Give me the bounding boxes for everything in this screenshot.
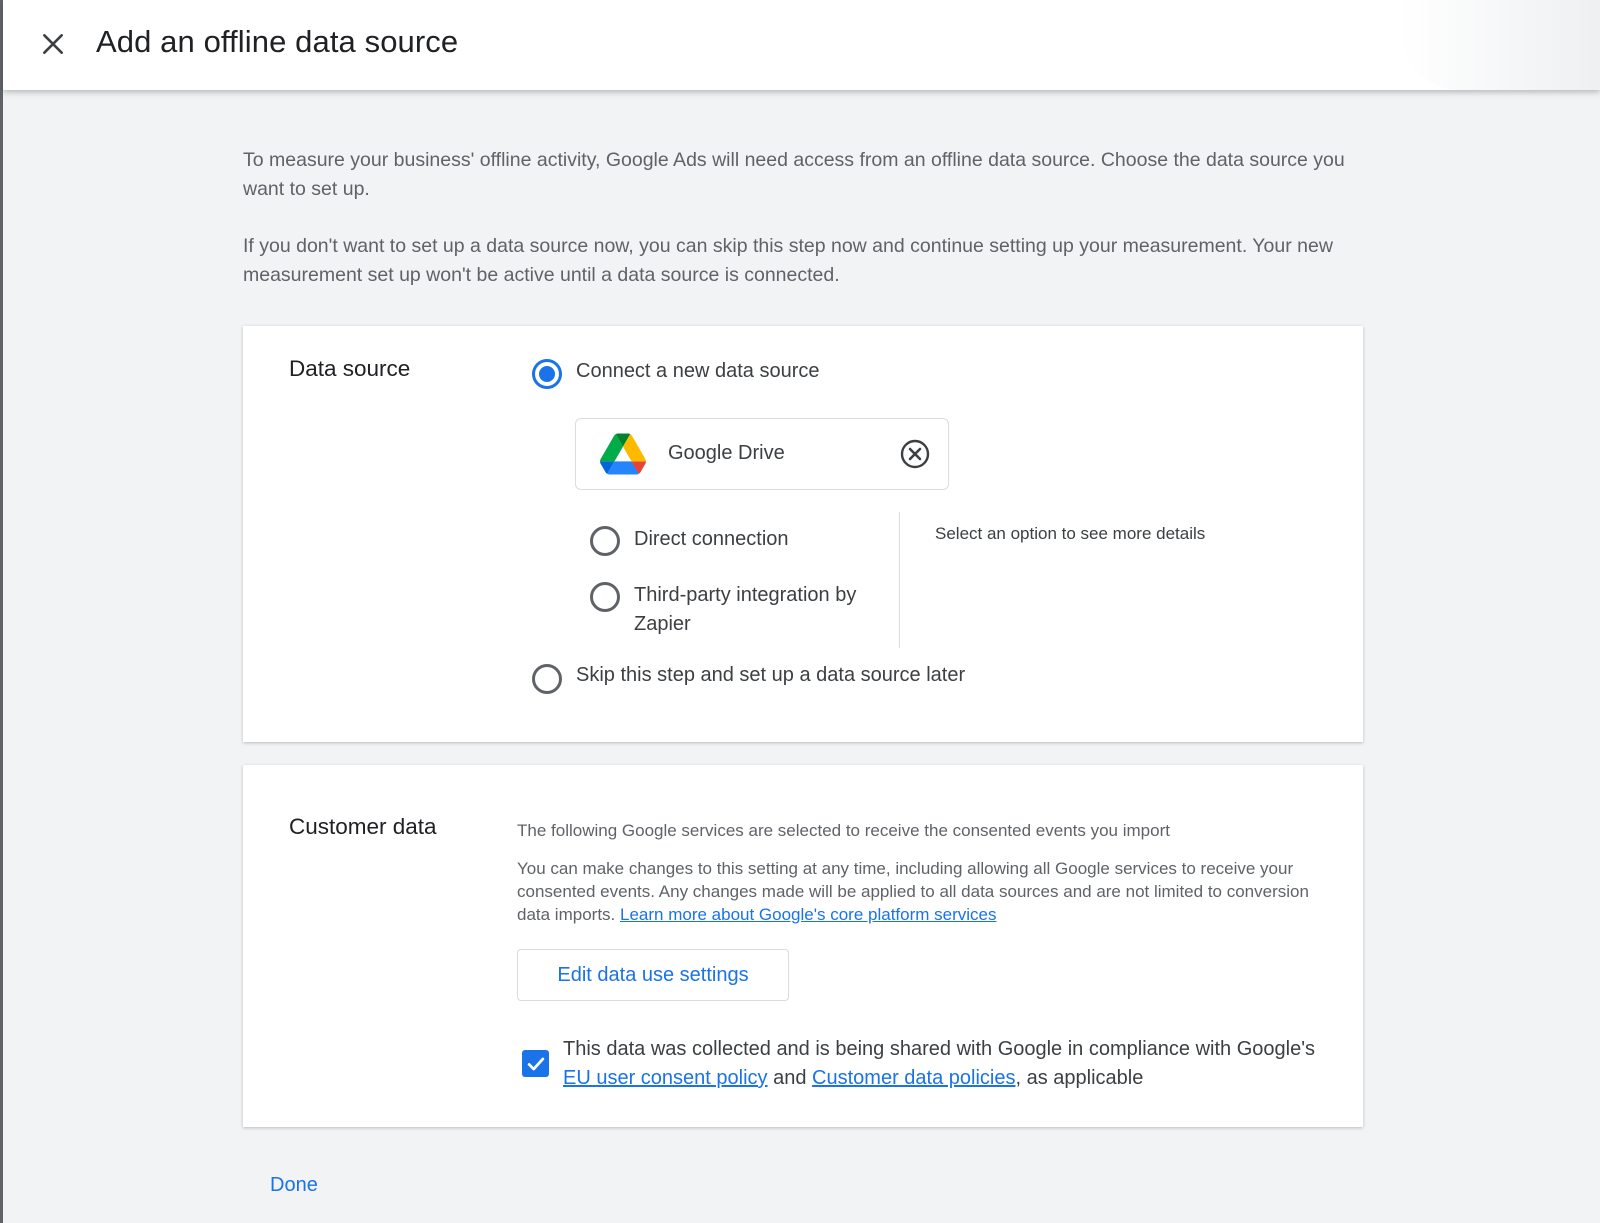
radio-skip-step[interactable]: Skip this step and set up a data source … <box>532 664 965 694</box>
google-drive-icon <box>600 433 646 475</box>
learn-more-link[interactable]: Learn more about Google's core platform … <box>620 905 996 924</box>
done-button[interactable]: Done <box>262 1170 326 1201</box>
radio-button-unselected[interactable] <box>590 582 620 612</box>
customer-data-card: Customer data The following Google servi… <box>243 765 1363 1127</box>
close-button[interactable] <box>33 24 73 64</box>
checkmark-icon <box>527 1057 544 1070</box>
data-source-title: Data source <box>289 356 411 381</box>
google-drive-chip[interactable]: Google Drive <box>575 418 949 490</box>
dialog-header: Add an offline data source <box>3 0 1600 90</box>
radio-zapier-integration[interactable]: Third-party integration by Zapier <box>590 582 884 639</box>
page-title: Add an offline data source <box>96 24 459 59</box>
consent-text-part-1: This data was collected and is being sha… <box>563 1038 1316 1060</box>
intro-paragraph-2: If you don't want to set up a data sourc… <box>243 235 1333 286</box>
data-source-card: Data source Connect a new data source Go… <box>243 326 1363 742</box>
customer-data-title: Customer data <box>289 814 437 839</box>
customer-data-line-1: The following Google services are select… <box>517 821 1170 840</box>
options-divider <box>899 512 900 648</box>
customer-data-policies-link[interactable]: Customer data policies <box>812 1067 1015 1089</box>
intro-paragraph-1: To measure your business' offline activi… <box>243 149 1345 200</box>
radio-direct-connection[interactable]: Direct connection <box>590 526 789 556</box>
radio-skip-label: Skip this step and set up a data source … <box>576 664 966 686</box>
radio-connect-new-label: Connect a new data source <box>576 360 820 382</box>
window-left-edge <box>0 0 3 1223</box>
details-hint: Select an option to see more details <box>935 524 1206 543</box>
remove-circle-icon[interactable] <box>899 438 931 470</box>
eu-consent-policy-link[interactable]: EU user consent policy <box>563 1067 768 1089</box>
radio-connect-new-source[interactable]: Connect a new data source <box>532 359 820 389</box>
consent-checkbox[interactable] <box>522 1050 549 1077</box>
edit-data-use-settings-button[interactable]: Edit data use settings <box>517 949 789 1001</box>
radio-zapier-label: Third-party integration by Zapier <box>634 584 857 635</box>
consent-text-part-2: and <box>773 1067 807 1089</box>
consent-text-part-3: , as applicable <box>1015 1067 1144 1089</box>
radio-button-unselected[interactable] <box>590 526 620 556</box>
radio-button-selected[interactable] <box>532 359 562 389</box>
consent-text: This data was collected and is being sha… <box>563 1035 1323 1093</box>
radio-direct-connection-label: Direct connection <box>634 528 789 550</box>
chip-label: Google Drive <box>668 442 785 464</box>
header-shadow-corner <box>1400 0 1600 90</box>
close-icon <box>43 34 63 54</box>
customer-data-line-2: You can make changes to this setting at … <box>517 857 1317 926</box>
radio-button-unselected[interactable] <box>532 664 562 694</box>
